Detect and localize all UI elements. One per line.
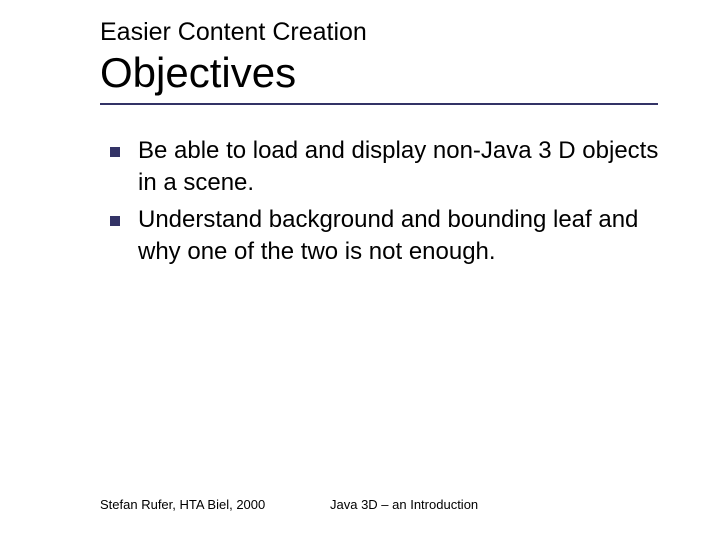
title-underline [100,103,658,105]
slide-container: Easier Content Creation Objectives Be ab… [0,0,720,540]
footer-course: Java 3D – an Introduction [330,497,478,512]
list-item: Be able to load and display non-Java 3 D… [138,135,720,200]
slide-subtitle: Easier Content Creation [100,18,720,47]
square-bullet-icon [110,147,120,157]
square-bullet-icon [110,216,120,226]
list-item: Understand background and bounding leaf … [138,204,720,269]
slide-footer: Stefan Rufer, HTA Biel, 2000 Java 3D – a… [100,497,680,512]
footer-author: Stefan Rufer, HTA Biel, 2000 [100,497,330,512]
bullet-list: Be able to load and display non-Java 3 D… [100,135,720,269]
slide-title: Objectives [100,49,720,97]
bullet-text: Be able to load and display non-Java 3 D… [138,137,658,196]
bullet-text: Understand background and bounding leaf … [138,206,638,265]
